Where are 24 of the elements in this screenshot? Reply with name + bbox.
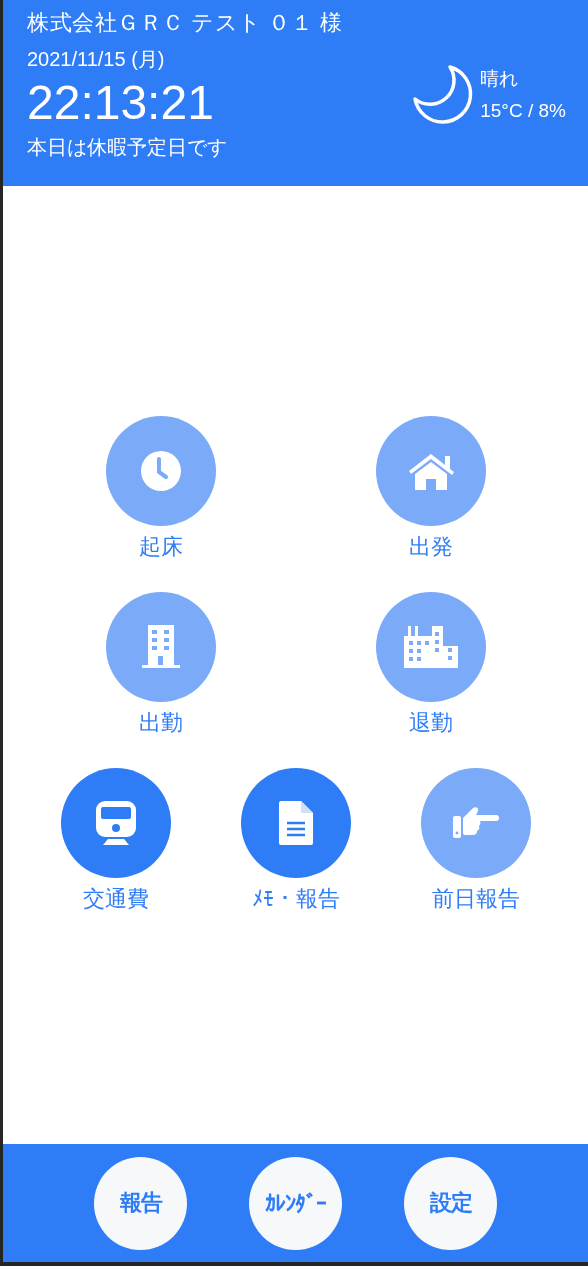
nav-button[interactable]: 報告	[94, 1156, 187, 1250]
account-name: 株式会社ＧＲＣ テスト ０１ 様	[27, 9, 343, 37]
action-label: 出勤	[138, 709, 183, 737]
clock-icon	[139, 450, 182, 492]
action-label: ﾒﾓ・報告	[251, 885, 340, 913]
notice-text: 本日は休暇予定日です	[27, 135, 227, 160]
clock-time: 22:13:21	[27, 76, 214, 130]
building-icon	[141, 625, 180, 669]
weather-condition: 晴れ	[480, 67, 520, 91]
action-label: 起床	[138, 533, 183, 561]
date-text: 2021/11/15 (月)	[27, 47, 165, 72]
train-icon	[95, 801, 136, 845]
pointing-hand-icon	[452, 806, 499, 840]
document-icon	[278, 801, 313, 845]
moon-icon	[412, 64, 475, 126]
action-label: 退勤	[408, 709, 453, 737]
action-label: 前日報告	[431, 885, 520, 913]
nav-button[interactable]: ｶﾚﾝﾀﾞｰ	[249, 1156, 342, 1250]
house-icon	[406, 452, 455, 490]
city-icon	[403, 626, 458, 668]
nav-button[interactable]: 設定	[404, 1156, 497, 1250]
weather-reading: 15°C / 8%	[480, 99, 566, 123]
action-label: 出発	[408, 533, 453, 561]
action-label: 交通費	[82, 885, 149, 913]
